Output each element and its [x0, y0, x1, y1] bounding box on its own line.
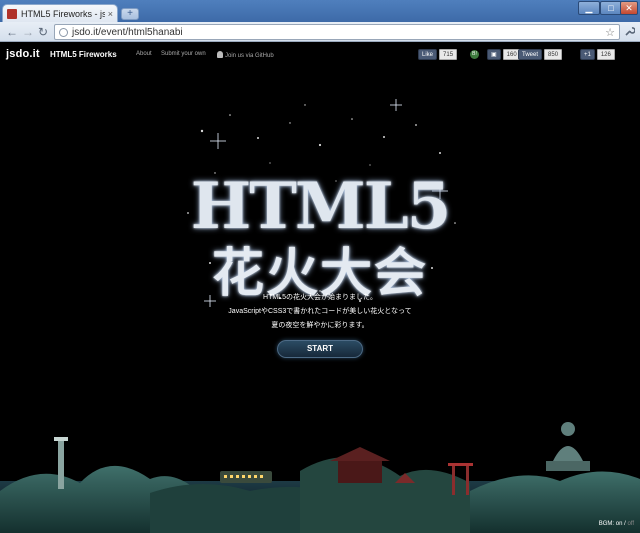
plusone-count: 126 [596, 49, 615, 60]
hero-logo: HTML5 花火大会 [170, 93, 470, 308]
buzz-widget[interactable]: ▣ 160 [487, 49, 521, 60]
tweet-count: 850 [544, 49, 563, 60]
hatena-widget[interactable]: B! [470, 49, 479, 60]
bookmark-star-icon[interactable]: ☆ [605, 26, 615, 39]
intro-line-2: JavaScriptやCSS3で書かれたコードが美しい花火となって [228, 308, 412, 315]
close-window-button[interactable]: ✕ [620, 1, 638, 15]
site-header: jsdo.it HTML5 Fireworks About Submit you… [0, 43, 640, 69]
tweet-widget[interactable]: Tweet 850 [518, 49, 563, 60]
forward-icon[interactable]: → [22, 25, 34, 39]
intro-text: HTML5の花火大会が始まりました。 JavaScriptやCSS3で書かれたコ… [170, 291, 470, 333]
tweet-button[interactable]: Tweet [518, 49, 543, 60]
hero-title-html5: HTML5 [190, 169, 451, 244]
globe-icon [59, 27, 68, 37]
favicon-icon [7, 8, 17, 19]
back-icon[interactable]: ← [6, 25, 18, 39]
github-icon [217, 51, 223, 58]
page-content: jsdo.it HTML5 Fireworks About Submit you… [0, 43, 640, 533]
landscape-illustration [0, 422, 640, 533]
browser-tab[interactable]: HTML5 Fireworks - js × [2, 4, 118, 22]
facebook-like-widget[interactable]: Like 715 [418, 49, 458, 60]
buzz-button[interactable]: ▣ [487, 49, 501, 60]
maximize-button[interactable]: □ [600, 1, 622, 15]
nav-about-link[interactable]: About [136, 51, 152, 57]
bgm-label: BGM: [598, 521, 615, 527]
intro-line-3: 夏の夜空を鮮やかに彩ります。 [271, 322, 369, 329]
reload-icon[interactable]: ↻ [38, 25, 48, 39]
address-bar[interactable]: jsdo.it/event/html5hanabi ☆ [54, 24, 620, 40]
like-count: 715 [439, 49, 458, 60]
new-tab-button[interactable]: + [121, 8, 139, 20]
plusone-button[interactable]: +1 [580, 49, 595, 60]
wrench-icon[interactable] [624, 26, 636, 40]
browser-toolbar: ← → ↻ jsdo.it/event/html5hanabi ☆ [0, 22, 640, 42]
bgm-off-link[interactable]: off [627, 521, 634, 527]
site-logo[interactable]: jsdo.it [6, 48, 40, 60]
start-button[interactable]: START [277, 340, 363, 358]
bgm-on-link[interactable]: on [616, 521, 623, 527]
tab-strip: HTML5 Fireworks - js × + ▁ □ ✕ [0, 0, 640, 22]
bgm-separator: / [624, 521, 626, 527]
nav-github-label: Join us via GitHub [225, 53, 274, 59]
minimize-button[interactable]: ▁ [578, 1, 600, 15]
intro-line-1: HTML5の花火大会が始まりました。 [263, 294, 377, 301]
nav-github-link[interactable]: Join us via GitHub [217, 51, 274, 59]
nav-submit-link[interactable]: Submit your own [161, 51, 206, 57]
like-button[interactable]: Like [418, 49, 438, 60]
browser-window: HTML5 Fireworks - js × + ▁ □ ✕ ← → ↻ jsd… [0, 0, 640, 533]
bgm-toggle: BGM: on / off [599, 521, 634, 527]
hatena-icon[interactable]: B! [470, 50, 479, 59]
tab-title: HTML5 Fireworks - js [21, 8, 105, 19]
site-title: HTML5 Fireworks [50, 50, 117, 59]
url-text[interactable]: jsdo.it/event/html5hanabi [72, 27, 183, 38]
plusone-widget[interactable]: +1 126 [580, 49, 615, 60]
tab-close-icon[interactable]: × [108, 9, 113, 19]
